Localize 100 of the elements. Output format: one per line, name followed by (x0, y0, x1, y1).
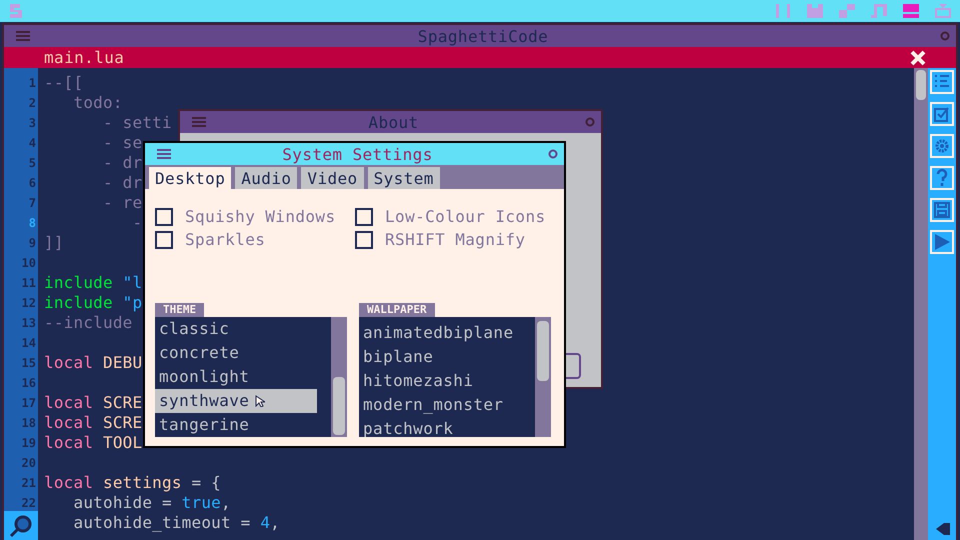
checkbox[interactable] (355, 230, 373, 248)
code-token: DEBU (103, 353, 142, 372)
code-token: "p (122, 293, 142, 312)
about-button[interactable] (566, 353, 581, 379)
scrollbar[interactable] (535, 317, 551, 437)
list-item[interactable]: patchwork (359, 417, 521, 437)
list-label: THEME (155, 303, 204, 317)
cursor-icon (255, 395, 266, 407)
window-title: SpaghettiCode (418, 26, 548, 46)
code-token: include (44, 293, 114, 312)
line-number: 13 (20, 315, 37, 332)
list-item[interactable]: tangerine (155, 413, 317, 437)
code-token: - (131, 213, 142, 232)
checkbox-label: Sparkles (185, 230, 266, 249)
save-icon[interactable] (930, 198, 954, 222)
code-token: - setti (102, 113, 172, 132)
line-number: 17 (20, 395, 37, 412)
gear-icon[interactable] (930, 134, 954, 158)
code-token: local (44, 473, 94, 492)
menu-icon[interactable] (157, 149, 171, 159)
search-button[interactable] (4, 511, 38, 540)
list-item[interactable]: modern_monster (359, 393, 521, 417)
checkbox-label: Squishy Windows (185, 207, 336, 226)
line-number: 9 (28, 235, 37, 252)
help-icon[interactable] (930, 166, 954, 190)
desktop-icon[interactable] (902, 4, 920, 18)
code-token: --[[ (44, 73, 84, 92)
close-icon[interactable] (548, 149, 558, 159)
line-number: 6 (28, 175, 37, 192)
list-item[interactable]: synthwave (155, 389, 317, 413)
code-token: local (44, 433, 94, 452)
line-number: 15 (20, 355, 37, 372)
line-number: 1 (28, 75, 37, 92)
code-token: , (221, 493, 231, 512)
line-number: 11 (20, 275, 37, 292)
scrollbar[interactable] (914, 68, 928, 540)
checkbox[interactable] (155, 208, 173, 226)
line-number: 16 (20, 375, 37, 392)
code-token: autohide = (72, 493, 173, 512)
code-token: local (44, 413, 94, 432)
line-number: 21 (20, 475, 37, 492)
settings-tab[interactable]: Audio (235, 167, 298, 189)
line-number: 8 (28, 215, 37, 232)
line-number: 19 (20, 435, 37, 452)
code-token: true (182, 493, 222, 512)
code-token: , (270, 513, 280, 532)
code-token: local (44, 353, 94, 372)
line-number: 3 (28, 115, 37, 132)
search-icon (9, 514, 33, 538)
code-token: - dr (102, 153, 142, 172)
settings-tab[interactable]: Desktop (149, 167, 232, 189)
settings-tab[interactable]: Video (301, 167, 364, 189)
window-title: About (368, 112, 419, 132)
scroll-thumb[interactable] (537, 321, 549, 381)
line-number: 10 (20, 255, 37, 272)
scroll-thumb[interactable] (333, 377, 345, 435)
code-token: SCRE (103, 393, 142, 412)
line-number: 20 (20, 455, 37, 472)
code-token: include (44, 273, 114, 292)
settings-tab[interactable]: System (368, 167, 440, 189)
window-title: System Settings (282, 144, 433, 164)
collapse-icon[interactable] (936, 521, 952, 537)
scrollbar[interactable] (331, 317, 347, 437)
code-token: = { (190, 473, 222, 492)
line-number: 12 (20, 295, 37, 312)
code-token: SCRE (103, 413, 142, 432)
list-item[interactable]: biplane (359, 345, 521, 369)
checkbox[interactable] (155, 230, 173, 248)
play-icon[interactable] (930, 230, 954, 254)
list-item[interactable]: animatedbiplane (359, 321, 521, 345)
list-item[interactable]: classic (155, 317, 317, 341)
checkbox-icon[interactable] (930, 102, 954, 126)
code-token: - re (102, 193, 142, 212)
line-number: 2 (28, 95, 37, 112)
code-token: 4 (260, 513, 270, 532)
code-token: - dr (102, 173, 142, 192)
code-token: --include (44, 313, 132, 332)
list-label: WALLPAPER (359, 303, 435, 317)
code-token: - se (102, 133, 142, 152)
line-number: 14 (20, 335, 37, 352)
code-token: autohide_timeout = (72, 513, 252, 532)
line-number: 22 (20, 495, 37, 512)
list-item[interactable]: moonlight (155, 365, 317, 389)
logo-icon (8, 4, 24, 18)
file-tab[interactable]: main.lua (44, 48, 124, 67)
code-token: todo: (72, 93, 123, 112)
scroll-thumb[interactable] (916, 70, 926, 100)
list-item[interactable]: concrete (155, 341, 317, 365)
line-number: 7 (28, 195, 37, 212)
code-token: TOOL (103, 433, 142, 452)
list-icon[interactable] (930, 70, 954, 94)
code-token: ]] (44, 233, 64, 252)
line-number: 4 (28, 135, 37, 152)
line-number: 18 (20, 415, 37, 432)
checkbox[interactable] (355, 208, 373, 226)
code-token: "l (122, 273, 142, 292)
list-item[interactable]: hitomezashi (359, 369, 521, 393)
code-token: local (44, 393, 94, 412)
checkbox-label: Low-Colour Icons (385, 207, 546, 226)
checkbox-label: RSHIFT Magnify (385, 230, 526, 249)
